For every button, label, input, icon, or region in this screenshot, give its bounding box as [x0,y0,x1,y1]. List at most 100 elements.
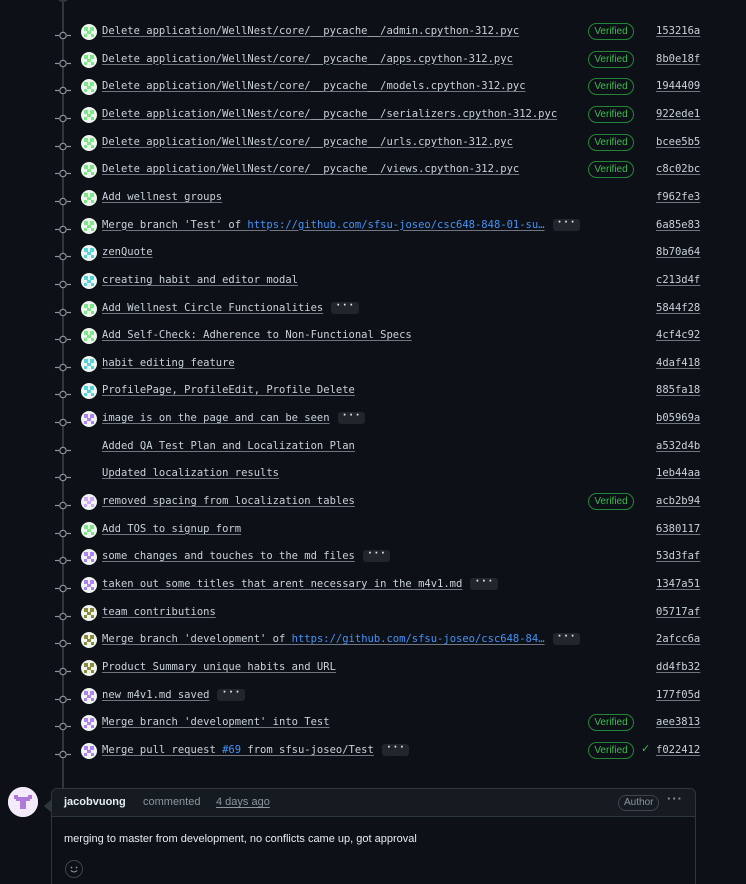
commit-message-text[interactable]: creating habit and editor modal [102,274,298,286]
comment-avatar[interactable] [8,787,38,817]
commit-message[interactable]: Merge branch 'development' of https://gi… [102,632,581,646]
commit-sha-link[interactable]: 8b0e18f [656,53,700,65]
commit-message-text[interactable]: team contributions [102,606,216,618]
commit-message[interactable]: image is on the page and can be seen ··· [102,411,366,425]
commit-message-text[interactable]: removed spacing from localization tables [102,495,355,507]
commit-sha-link[interactable]: 922ede1 [656,108,700,120]
commit-message-text[interactable]: Added QA Test Plan and Localization Plan [102,440,355,452]
author-avatar[interactable] [81,632,97,649]
commit-sha-link[interactable]: 5844f28 [656,302,700,314]
commit-message[interactable]: zenQuote [102,246,153,258]
author-avatar[interactable] [81,742,97,759]
commit-message-text[interactable]: Delete application/WellNest/core/__pycac… [102,25,519,37]
commit-message-text[interactable]: habit editing feature [102,357,235,369]
author-avatar[interactable] [81,715,97,732]
commit-message[interactable]: Delete application/WellNest/core/__pycac… [102,25,519,37]
commit-sha-link[interactable]: bcee5b5 [656,136,700,148]
author-avatar[interactable] [81,245,97,262]
verified-badge[interactable]: Verified [588,50,634,68]
author-avatar[interactable] [81,494,97,511]
author-avatar[interactable] [81,549,97,566]
commit-message-text[interactable]: Add Self-Check: Adherence to Non-Functio… [102,329,412,341]
verified-badge[interactable]: Verified [588,161,634,179]
expand-description-button[interactable]: ··· [362,549,391,563]
commit-message-suffix[interactable]: from sfsu-joseo/Test [241,744,373,756]
commit-sha-link[interactable]: 885fa18 [656,384,700,396]
commit-message[interactable]: habit editing feature [102,357,235,369]
commit-sha-link[interactable]: 6a85e83 [656,219,700,231]
commit-message-text[interactable]: Merge branch 'development' into Test [102,716,330,728]
commit-sha-link[interactable]: f022412 [656,744,700,756]
commit-message[interactable]: Delete application/WellNest/core/__pycac… [102,163,519,175]
commit-message-text[interactable]: Updated localization results [102,467,279,479]
commit-sha-link[interactable]: f962fe3 [656,191,700,203]
commit-message[interactable]: Delete application/WellNest/core/__pycac… [102,108,557,120]
commit-message[interactable]: Add wellnest groups [102,191,222,203]
commit-message[interactable]: creating habit and editor modal [102,274,298,286]
expand-description-button[interactable]: ··· [217,687,246,701]
commit-message-text[interactable]: image is on the page and can be seen [102,412,330,424]
commit-sha-link[interactable]: 2afcc6a [656,633,700,645]
commit-sha-link[interactable]: 05717af [656,606,700,618]
expand-description-button[interactable]: ··· [331,300,359,314]
author-avatar[interactable] [81,189,97,206]
author-avatar[interactable] [81,521,97,538]
verified-badge[interactable]: Verified [588,714,634,732]
commit-message[interactable]: removed spacing from localization tables [102,495,355,507]
commit-message-text[interactable]: Delete application/WellNest/core/__pycac… [102,80,526,92]
author-avatar[interactable] [81,577,97,593]
expand-description-button[interactable]: ··· [381,742,410,756]
commit-message[interactable]: Delete application/WellNest/core/__pycac… [102,136,513,148]
commit-sha-link[interactable]: aee3813 [656,716,700,728]
commit-message-text[interactable]: zenQuote [102,246,153,258]
commit-sha-link[interactable]: 8b70a64 [656,246,700,258]
author-avatar[interactable] [81,687,97,704]
author-avatar[interactable] [81,328,97,345]
commit-sha-link[interactable]: c8c02bc [656,163,700,175]
commit-sha-link[interactable]: 177f05d [656,689,700,701]
commit-message-text[interactable]: Add TOS to signup form [102,523,241,535]
commit-message[interactable]: Add TOS to signup form [102,523,241,535]
check-icon[interactable]: ✓ [641,742,650,755]
commit-message[interactable]: Updated localization results [102,467,279,479]
commit-message[interactable]: Merge pull request #69 from sfsu-joseo/T… [102,742,410,756]
author-avatar[interactable] [81,106,97,123]
commit-message[interactable]: ProfilePage, ProfileEdit, Profile Delete [102,384,355,396]
verified-badge[interactable]: Verified [588,78,634,96]
commit-message[interactable]: Product Summary unique habits and URL [102,661,336,673]
author-avatar[interactable] [81,79,97,96]
expand-description-button[interactable]: ··· [552,217,581,231]
author-avatar[interactable] [81,383,97,400]
commit-message-text[interactable]: Product Summary unique habits and URL [102,661,336,673]
commit-message-text[interactable]: Delete application/WellNest/core/__pycac… [102,108,557,120]
author-avatar[interactable] [81,162,97,179]
commit-message-text[interactable]: Delete application/WellNest/core/__pycac… [102,53,513,65]
commit-message-text[interactable]: Delete application/WellNest/core/__pycac… [102,163,519,175]
commit-sha-link[interactable]: 153216a [656,25,700,37]
expand-description-button[interactable]: ··· [337,411,366,425]
commit-message-link[interactable]: https://github.com/sfsu-joseo/csc648-848… [247,219,544,231]
commit-message-text[interactable]: Add wellnest groups [102,191,222,203]
commit-message-link[interactable]: https://github.com/sfsu-joseo/csc648-84… [292,633,545,645]
commit-message[interactable]: new m4v1.md saved ··· [102,687,246,701]
verified-badge[interactable]: Verified [588,23,634,40]
commit-sha-link[interactable]: acb2b94 [656,495,700,507]
commit-message[interactable]: team contributions [102,606,216,618]
commit-message-text[interactable]: Add Wellnest Circle Functionalities [102,302,323,314]
author-avatar[interactable] [81,217,97,234]
commit-sha-link[interactable]: 6380117 [656,523,700,535]
author-avatar[interactable] [81,272,97,289]
verified-badge[interactable]: Verified [588,105,634,123]
commit-message[interactable]: Add Self-Check: Adherence to Non-Functio… [102,329,412,341]
author-avatar[interactable] [81,24,97,40]
commit-message-text[interactable]: Merge branch 'Test' of [102,219,247,231]
add-reaction-icon[interactable] [65,860,83,878]
commit-message-text[interactable]: Delete application/WellNest/core/__pycac… [102,136,513,148]
author-avatar[interactable] [81,355,97,372]
commit-sha-link[interactable]: a532d4b [656,440,700,452]
commit-sha-link[interactable]: 1347a51 [656,578,700,590]
commit-sha-link[interactable]: 53d3faf [656,550,700,562]
commit-sha-link[interactable]: dd4fb32 [656,661,700,673]
commit-message[interactable]: Delete application/WellNest/core/__pycac… [102,53,513,65]
commit-sha-link[interactable]: b05969a [656,412,700,424]
